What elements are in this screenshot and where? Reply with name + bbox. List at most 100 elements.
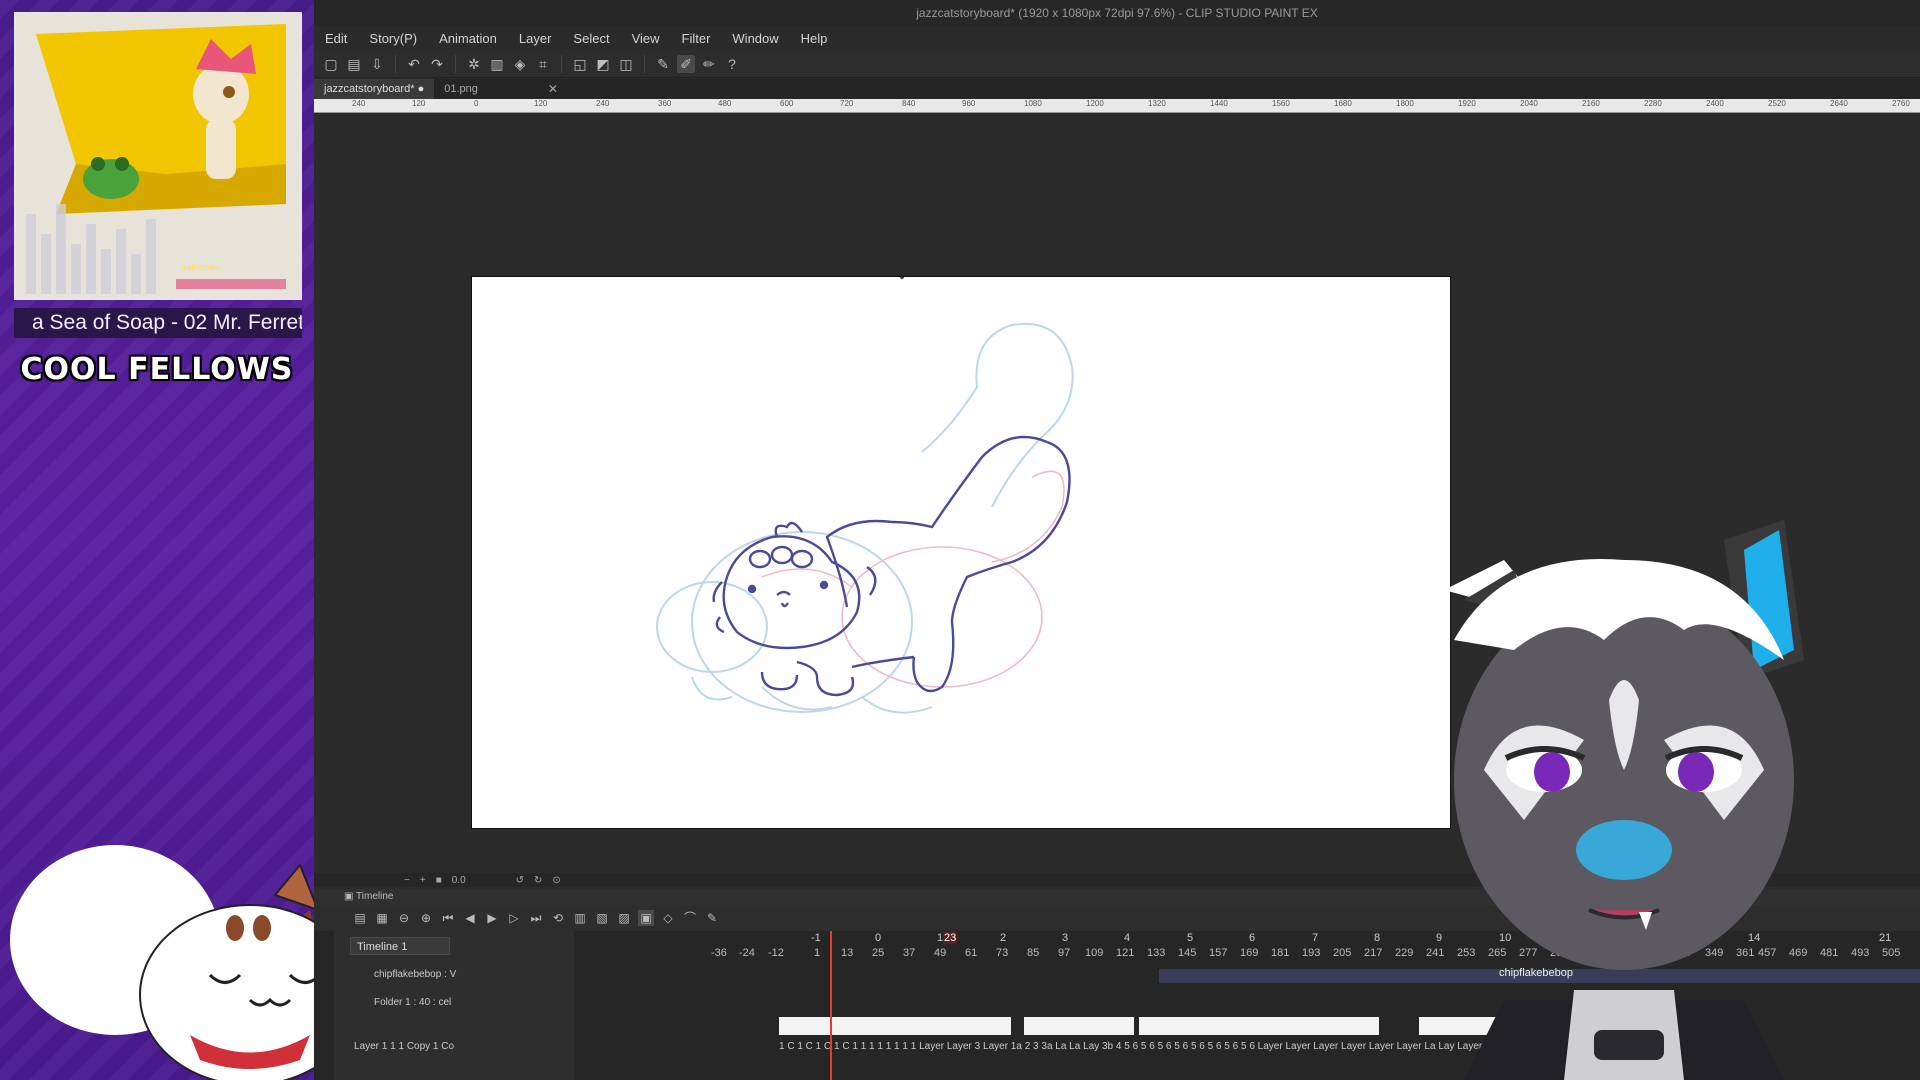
second-mark: 0 [875,932,882,944]
ruler-number: 1080 [1024,99,1042,108]
timeline-select[interactable]: Timeline 1 [350,937,450,955]
clear-icon[interactable]: ▥ [488,55,506,73]
keyframe-icon[interactable]: ◇ [660,910,676,926]
onion-skin-icon[interactable]: ▣ [638,910,654,926]
second-mark: 21 [1879,932,1892,944]
cel-block[interactable] [1024,1017,1134,1035]
ruler-number: 2520 [1768,99,1786,108]
help-icon[interactable]: ? [723,55,741,73]
menu-edit[interactable]: Edit [314,31,358,46]
redo-icon[interactable]: ↷ [428,55,446,73]
menu-window[interactable]: Window [721,31,789,46]
second-mark: 3 [1062,932,1069,944]
ruler-number: 240 [352,99,366,108]
first-frame-icon[interactable]: ⏮ [440,910,456,926]
frame-number: 157 [1209,947,1228,959]
second-mark: 4 [1124,932,1131,944]
toolbar-divider [395,54,396,73]
menu-layer[interactable]: Layer [508,31,563,46]
menu-select[interactable]: Select [562,31,620,46]
menu-filter[interactable]: Filter [671,31,722,46]
transform-icon[interactable]: ⌗ [534,55,552,73]
new-animation-folder-icon[interactable]: ▧ [594,910,610,926]
stop-icon[interactable]: ■ [436,875,442,886]
zoom-out-icon[interactable]: ⊖ [396,910,412,926]
last-frame-icon[interactable]: ⏭ [528,910,544,926]
menu-animation[interactable]: Animation [428,31,508,46]
close-icon[interactable]: ✕ [548,82,558,96]
new-icon[interactable]: ▢ [322,55,340,73]
next-frame-icon[interactable]: ▷ [506,910,522,926]
cel-block[interactable] [779,1017,1011,1035]
ruler-number: 2280 [1644,99,1662,108]
save-icon[interactable]: ⇩ [368,55,386,73]
ruler-number: 2400 [1706,99,1724,108]
zoom-in-icon[interactable]: + [420,875,426,886]
ruler-number: 600 [780,99,794,108]
fill-icon[interactable]: ◈ [511,55,529,73]
tab-jazzcatstoryboard[interactable]: jazzcatstoryboard* ● [314,79,435,99]
open-icon[interactable]: ▤ [345,55,363,73]
mask-icon[interactable]: ◫ [617,55,635,73]
tab-modified-dot: ● [417,83,425,95]
ruler-number: 1680 [1334,99,1352,108]
menu-story[interactable]: Story(P) [358,31,428,46]
new-timeline-icon[interactable]: ▤ [352,910,368,926]
assign-cel-icon[interactable]: ▨ [616,910,632,926]
frame-number: 13 [841,947,854,959]
command-bar: ▢ ▤ ⇩ ↶ ↷ ✲ ▥ ◈ ⌗ ◱ ◩ ◫ ✎ ✐ ✏ ? [314,50,1920,78]
undo-icon[interactable]: ↶ [405,55,423,73]
curve-icon[interactable]: ⌒ [682,910,698,926]
frame-number: 121 [1116,947,1135,959]
menu-help[interactable]: Help [790,31,839,46]
cel-block[interactable] [1139,1017,1379,1035]
ruler-number: 360 [658,99,672,108]
toolbar-divider [455,54,456,73]
second-mark: 5 [1187,932,1194,944]
playhead[interactable] [830,931,832,1080]
edit-timeline-icon[interactable]: ▦ [374,910,390,926]
ruler-number: 1200 [1086,99,1104,108]
pencil-icon[interactable]: ✐ [677,54,695,73]
ruler-number: 960 [962,99,976,108]
drawing-canvas[interactable] [472,274,1450,828]
frame-number: 25 [872,947,885,959]
brush-icon[interactable]: ✏ [700,55,718,73]
zoom-in-icon[interactable]: ⊕ [418,910,434,926]
rotation-value[interactable]: 0.0 [452,875,466,886]
pen-icon[interactable]: ✎ [704,910,720,926]
track-label-folder-main[interactable]: chipflakebebop : V [374,969,456,980]
invert-icon[interactable]: ◩ [594,55,612,73]
track-label-folder[interactable]: Folder 1 : 40 : cel [374,997,451,1008]
second-mark: 2 [1000,932,1007,944]
timeline-track-list: Timeline 1 chipflakebebop : V Folder 1 :… [334,931,574,1080]
prev-frame-icon[interactable]: ◀ [462,910,478,926]
toolbar-divider [644,54,645,73]
play-icon[interactable]: ▶ [484,910,500,926]
loop-icon[interactable]: ⟲ [550,910,566,926]
toolbar-divider [561,54,562,73]
ruler-number: 1560 [1272,99,1290,108]
crop-icon[interactable]: ◱ [571,55,589,73]
ruler-number: 1320 [1148,99,1166,108]
frame-number: 493 [1851,947,1870,959]
ruler-number: 0 [474,99,479,108]
zoom-out-icon[interactable]: − [404,875,410,886]
rotate-right-icon[interactable]: ↻ [534,875,542,886]
clip-studio-window: jazzcatstoryboard* (1920 x 1080px 72dpi … [314,0,1920,1080]
frame-number: 49 [934,947,947,959]
reset-icon[interactable]: ⊙ [552,875,560,886]
rotate-left-icon[interactable]: ↺ [516,875,524,886]
new-cel-icon[interactable]: ▥ [572,910,588,926]
track-label-layers[interactable]: Layer 1 1 1 Copy 1 Co [354,1041,454,1052]
ruler-number: 480 [718,99,732,108]
mascot-illustration [10,845,314,1080]
ruler-number: 2760 [1892,99,1910,108]
loading-icon[interactable]: ✲ [465,55,483,73]
menu-view[interactable]: View [621,31,671,46]
pen-icon[interactable]: ✎ [654,55,672,73]
frame-number: 193 [1302,947,1321,959]
tab-01-png[interactable]: 01.png [434,79,488,99]
horizontal-ruler: 240 120 0 120 240 360 480 600 720 840 96… [314,99,1920,113]
frame-number: 61 [965,947,978,959]
